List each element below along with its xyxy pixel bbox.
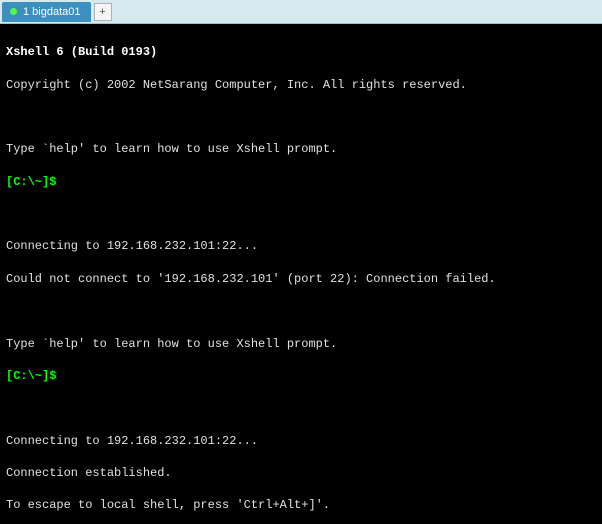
blank [6, 109, 596, 125]
status-dot-icon [10, 8, 17, 15]
local-prompt: [C:\~]$ [6, 174, 596, 190]
conn-fail-line: Could not connect to '192.168.232.101' (… [6, 271, 596, 287]
tab-label: 1 bigdata01 [23, 6, 81, 18]
conn-est-line: Connection established. [6, 465, 596, 481]
connecting-line: Connecting to 192.168.232.101:22... [6, 238, 596, 254]
tabbar: 1 bigdata01 + [0, 0, 602, 24]
escape-line: To escape to local shell, press 'Ctrl+Al… [6, 497, 596, 513]
prompt-text: [C:\~]$ [6, 175, 56, 189]
plus-icon: + [99, 6, 105, 18]
banner-line: Xshell 6 (Build 0193) [6, 44, 596, 60]
blank [6, 303, 596, 319]
tab-session[interactable]: 1 bigdata01 [2, 2, 91, 22]
local-prompt: [C:\~]$ [6, 368, 596, 384]
blank [6, 400, 596, 416]
prompt-text: [C:\~]$ [6, 369, 56, 383]
help-line: Type `help' to learn how to use Xshell p… [6, 141, 596, 157]
copyright-line: Copyright (c) 2002 NetSarang Computer, I… [6, 77, 596, 93]
blank [6, 206, 596, 222]
connecting-line: Connecting to 192.168.232.101:22... [6, 433, 596, 449]
help-line: Type `help' to learn how to use Xshell p… [6, 336, 596, 352]
new-tab-button[interactable]: + [94, 3, 112, 21]
terminal[interactable]: Xshell 6 (Build 0193) Copyright (c) 2002… [0, 24, 602, 524]
